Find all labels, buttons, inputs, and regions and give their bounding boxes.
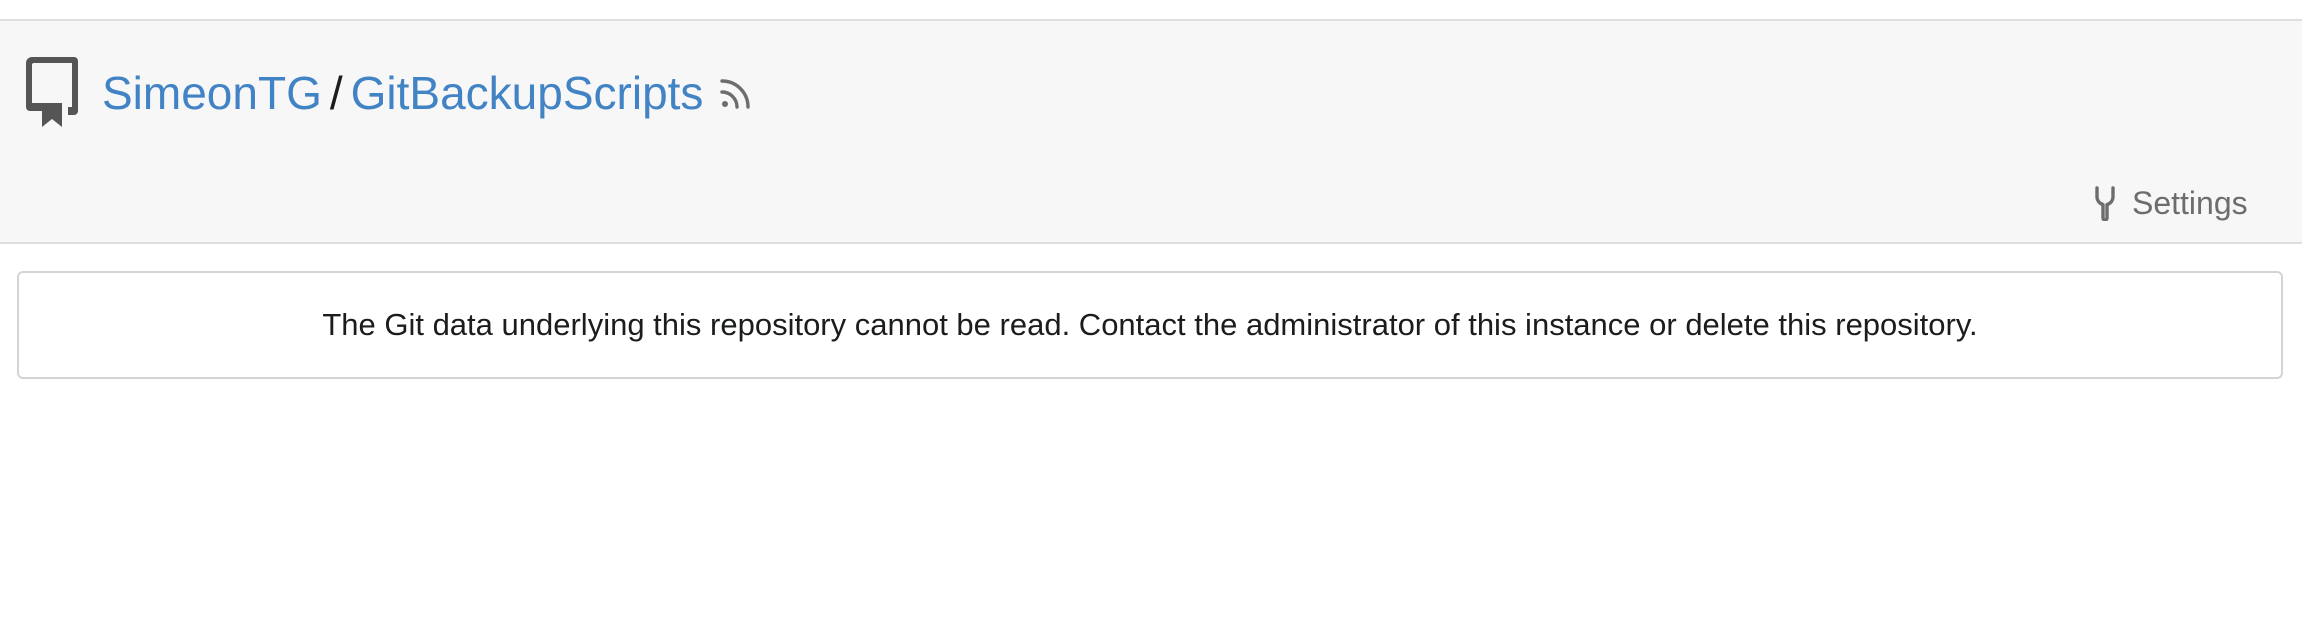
tab-settings-label: Settings	[2132, 184, 2248, 221]
top-navbar	[0, 0, 2302, 21]
breadcrumb-separator: /	[329, 67, 343, 119]
repo-icon	[26, 57, 78, 127]
tab-settings[interactable]: Settings	[2090, 181, 2248, 225]
repo-title: SimeonTG / GitBackupScripts	[102, 61, 703, 125]
owner-link[interactable]: SimeonTG	[102, 61, 322, 125]
wrench-icon	[2095, 186, 2115, 221]
error-message-text: The Git data underlying this repository …	[322, 307, 1978, 342]
error-message-box: The Git data underlying this repository …	[17, 271, 2283, 379]
rss-icon[interactable]	[718, 75, 754, 111]
repo-link[interactable]: GitBackupScripts	[351, 61, 704, 125]
repo-header: SimeonTG / GitBackupScripts Settings	[0, 21, 2302, 244]
